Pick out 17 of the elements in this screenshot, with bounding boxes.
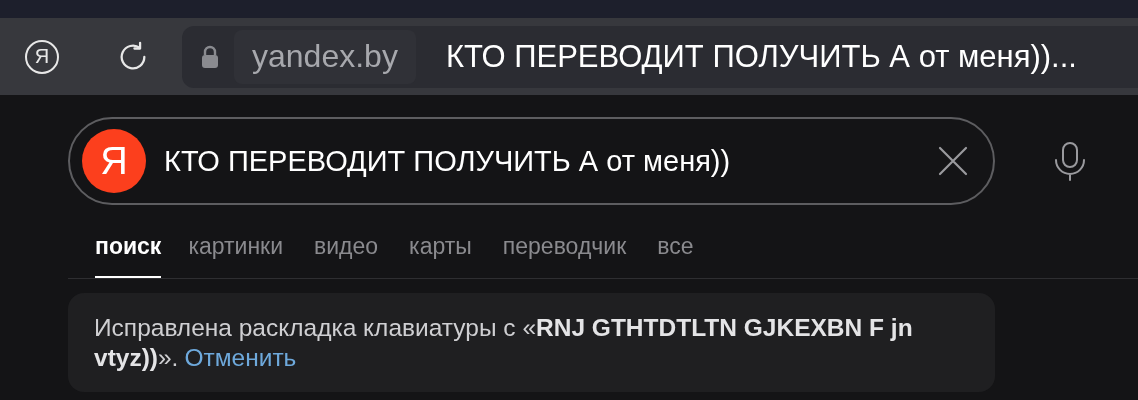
close-icon (938, 146, 968, 176)
search-field[interactable]: Я КТО ПЕРЕВОДИТ ПОЛУЧИТЬ А от меня)) (68, 117, 995, 205)
search-tab[interactable]: все (657, 229, 694, 278)
search-tab[interactable]: карты (409, 229, 472, 278)
search-tab[interactable]: картинки (188, 229, 284, 278)
undo-link[interactable]: Отменить (184, 344, 297, 371)
notice-text: Исправлена раскладка клавиатуры с «RNJ GTHTDTLTN GJKEXBN F jn vtyz))». Отменить (94, 313, 914, 373)
search-tab[interactable]: видео (314, 229, 379, 278)
microphone-icon (1053, 141, 1087, 181)
search-tab[interactable]: поиск (95, 229, 162, 278)
page-title: КТО ПЕРЕВОДИТ ПОЛУЧИТЬ А от меня))... (445, 38, 1077, 75)
lock-icon (200, 44, 220, 69)
yandex-logo: Я (82, 129, 146, 193)
search-query: КТО ПЕРЕВОДИТ ПОЛУЧИТЬ А от меня)) (164, 144, 732, 178)
search-tab[interactable]: переводчик (502, 229, 627, 278)
address-bar[interactable]: yandex.by КТО ПЕРЕВОДИТ ПОЛУЧИТЬ А от меня))... (182, 25, 1138, 88)
domain-label: yandex.by (234, 29, 416, 84)
